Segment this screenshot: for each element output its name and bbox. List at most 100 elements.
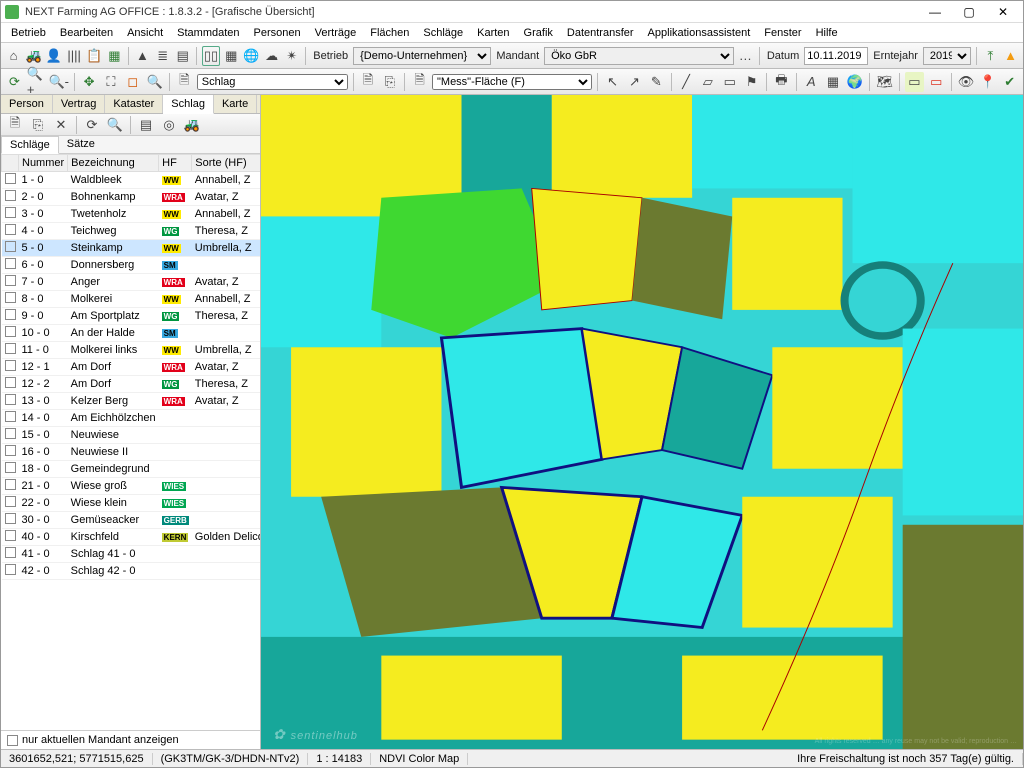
row-checkbox[interactable] — [5, 462, 16, 473]
tab-person[interactable]: Person — [1, 95, 53, 113]
warning-icon[interactable]: ▲ — [1002, 46, 1019, 66]
print-icon[interactable]: 🖶 — [772, 72, 791, 92]
list-icon[interactable]: ≣ — [154, 46, 171, 66]
table-row[interactable]: 11 - 0Molkerei linksWWUmbrella, ZSMWGW — [2, 342, 261, 359]
row-checkbox[interactable] — [5, 309, 16, 320]
table-row[interactable]: 12 - 2Am DorfWGTheresa, ZWWWRAW — [2, 376, 261, 393]
maximize-button[interactable]: ▢ — [953, 3, 985, 21]
row-checkbox[interactable] — [5, 224, 16, 235]
tab-vertrag[interactable]: Vertrag — [53, 95, 105, 113]
row-checkbox[interactable] — [5, 275, 16, 286]
rect-tool-icon[interactable]: ▭ — [720, 72, 739, 92]
measure-doc-icon[interactable]: 🗎 — [410, 72, 429, 92]
world-icon[interactable]: 🌍 — [845, 72, 864, 92]
tab-schlag[interactable]: Schlag — [163, 95, 214, 114]
table-row[interactable]: 13 - 0Kelzer BergWRAAvatar, ZWGWWSM — [2, 393, 261, 410]
table-row[interactable]: 22 - 0Wiese kleinWIESWIESWIESWI — [2, 495, 261, 512]
barcode-icon[interactable]: |||| — [66, 46, 83, 66]
row-checkbox[interactable] — [5, 343, 16, 354]
row-checkbox[interactable] — [5, 360, 16, 371]
panel-copy-icon[interactable]: ⎘ — [28, 115, 48, 135]
text-icon[interactable]: A — [802, 72, 821, 92]
copy-doc-icon[interactable]: ⎘ — [380, 72, 399, 92]
menu-personen[interactable]: Personen — [248, 25, 307, 41]
grid-icon[interactable]: ▦ — [223, 46, 240, 66]
datum-input[interactable] — [804, 47, 868, 65]
menu-betrieb[interactable]: Betrieb — [5, 25, 52, 41]
col-header[interactable]: Sorte (HF) — [192, 155, 260, 172]
col-header[interactable]: HF — [159, 155, 192, 172]
row-checkbox[interactable] — [5, 377, 16, 388]
row-checkbox[interactable] — [5, 530, 16, 541]
betrieb-select[interactable]: {Demo-Unternehmen} — [353, 47, 491, 65]
row-checkbox[interactable] — [5, 190, 16, 201]
person-icon[interactable]: 👤 — [45, 46, 62, 66]
field-table-wrap[interactable]: NummerBezeichnungHFSorte (HF)2018201720 … — [1, 154, 260, 730]
new-doc-icon[interactable]: 🗎 — [359, 72, 378, 92]
fullextent-icon[interactable]: ⛶ — [101, 72, 120, 92]
pin-icon[interactable]: 📍 — [978, 72, 997, 92]
fit-icon[interactable]: ✥ — [80, 72, 99, 92]
table-row[interactable]: 4 - 0TeichwegWGTheresa, ZWWWWW — [2, 223, 261, 240]
measure-select[interactable]: "Mess"-Fläche (F) — [432, 74, 592, 90]
check-icon[interactable]: ✔ — [1000, 72, 1019, 92]
grid-toggle-icon[interactable]: ▦ — [824, 72, 843, 92]
sheet-icon[interactable]: ▤ — [174, 46, 191, 66]
zoom-out-icon[interactable]: 🔍- — [49, 72, 69, 92]
row-checkbox[interactable] — [5, 428, 16, 439]
close-button[interactable]: ✕ — [987, 3, 1019, 21]
poly-tool-icon[interactable]: ▱ — [698, 72, 717, 92]
menu-karten[interactable]: Karten — [471, 25, 515, 41]
table-row[interactable]: 6 - 0DonnersbergSMWWWWW — [2, 257, 261, 274]
menu-applikationsassistent[interactable]: Applikationsassistent — [642, 25, 757, 41]
menu-ansicht[interactable]: Ansicht — [121, 25, 169, 41]
panel-new-icon[interactable]: 🗎 — [5, 115, 25, 135]
layout-icon[interactable]: ▯▯ — [202, 46, 219, 66]
minimize-button[interactable]: — — [919, 3, 951, 21]
row-checkbox[interactable] — [5, 496, 16, 507]
panel-target-icon[interactable]: ◎ — [159, 115, 179, 135]
row-checkbox[interactable] — [5, 479, 16, 490]
tractor-icon[interactable]: 🚜 — [25, 46, 42, 66]
table-row[interactable]: 2 - 0BohnenkampWRAAvatar, ZWWWWW — [2, 189, 261, 206]
layer-doc-icon[interactable]: 🗎 — [175, 72, 194, 92]
table-row[interactable]: 16 - 0Neuwiese II — [2, 444, 261, 461]
mandant-select[interactable]: Öko GbR — [544, 47, 734, 65]
row-checkbox[interactable] — [5, 411, 16, 422]
table-row[interactable]: 5 - 0SteinkampWWUmbrella, ZSMWGW — [2, 240, 261, 257]
cloud-icon[interactable]: ☁ — [263, 46, 280, 66]
flag-icon[interactable]: ⚑ — [742, 72, 761, 92]
select-rect-icon[interactable]: ◻ — [123, 72, 142, 92]
table-row[interactable]: 14 - 0Am Eichhölzchen — [2, 410, 261, 427]
table-row[interactable]: 18 - 0Gemeindegrund — [2, 461, 261, 478]
find-icon[interactable]: 🔍 — [145, 72, 164, 92]
line-tool-icon[interactable]: ╱ — [677, 72, 696, 92]
subtab-schläge[interactable]: Schläge — [1, 136, 59, 154]
table-row[interactable]: 12 - 1Am DorfWRAAvatar, ZWGWWW — [2, 359, 261, 376]
panel-find-icon[interactable]: 🔍 — [105, 115, 125, 135]
field-icon[interactable]: ▦ — [106, 46, 123, 66]
panel-filter-icon[interactable]: ▤ — [136, 115, 156, 135]
row-checkbox[interactable] — [5, 513, 16, 524]
col-header[interactable] — [2, 155, 19, 172]
panel-delete-icon[interactable]: ✕ — [51, 115, 71, 135]
layer-select[interactable]: Schlag — [197, 74, 348, 90]
map-icon[interactable]: 🗺 — [875, 72, 894, 92]
table-row[interactable]: 21 - 0Wiese großWIESWIESWIESWI — [2, 478, 261, 495]
tab-karte[interactable]: Karte — [214, 95, 257, 113]
refresh-icon[interactable]: ⟳ — [5, 72, 24, 92]
carrot-icon[interactable]: ▲ — [134, 46, 151, 66]
row-checkbox[interactable] — [5, 241, 16, 252]
menu-datentransfer[interactable]: Datentransfer — [561, 25, 640, 41]
layer2-icon[interactable]: ▭ — [927, 72, 946, 92]
map-view[interactable]: ✿ sentinelhub All rights reserved … any … — [261, 95, 1023, 749]
row-checkbox[interactable] — [5, 445, 16, 456]
menu-flächen[interactable]: Flächen — [364, 25, 415, 41]
layer1-icon[interactable]: ▭ — [905, 72, 924, 92]
mandant-filter-checkbox[interactable] — [7, 735, 18, 746]
erntejahr-select[interactable]: 2019 — [923, 47, 971, 65]
menu-fenster[interactable]: Fenster — [758, 25, 807, 41]
clipboard-icon[interactable]: 📋 — [86, 46, 103, 66]
table-row[interactable]: 7 - 0AngerWRAAvatar, ZWGWWW — [2, 274, 261, 291]
table-row[interactable]: 10 - 0An der HaldeSMWWSMW — [2, 325, 261, 342]
